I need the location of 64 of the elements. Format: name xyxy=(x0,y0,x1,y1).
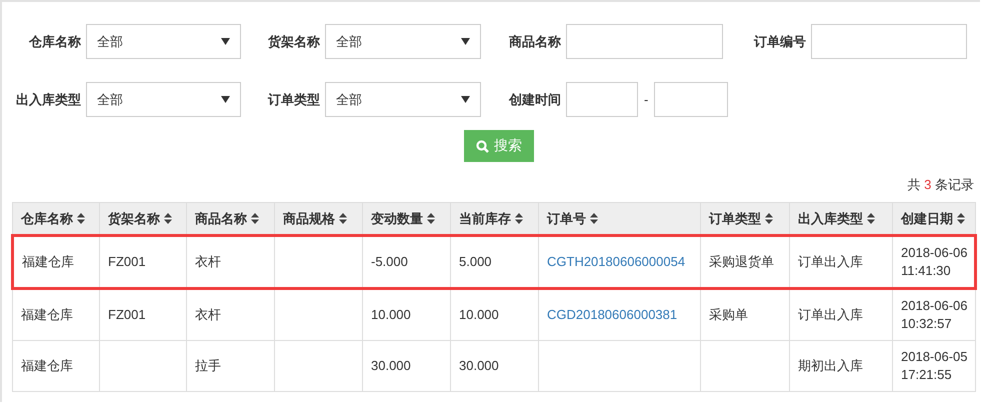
select-field[interactable]: 全部 xyxy=(86,82,241,117)
table-cell: 10.000 xyxy=(459,307,499,322)
filter-label: 仓库名称 xyxy=(28,32,82,50)
column-header[interactable]: 订单号 xyxy=(538,202,700,236)
filter-label: 订单类型 xyxy=(266,90,321,108)
caret-icon xyxy=(221,96,230,103)
table-cell: 10.000 xyxy=(371,307,411,322)
table-cell: 订单出入库 xyxy=(798,307,863,322)
table-cell: FZ001 xyxy=(108,254,146,269)
table-cell: 福建仓库 xyxy=(22,254,74,269)
sort-icon[interactable] xyxy=(77,212,85,224)
date-field[interactable] xyxy=(654,82,728,117)
table-cell: 2018-06-05 17:21:55 xyxy=(901,349,968,382)
column-header[interactable]: 订单类型 xyxy=(700,202,790,236)
sort-icon[interactable] xyxy=(164,212,172,224)
column-header[interactable]: 变动数量 xyxy=(362,202,450,236)
table-cell: 2018-06-06 11:41:30 xyxy=(901,245,968,278)
table-cell: 订单出入库 xyxy=(798,254,863,269)
filter-label: 商品名称 xyxy=(508,32,562,50)
column-header[interactable]: 仓库名称 xyxy=(12,202,100,236)
table-cell: 衣杆 xyxy=(195,307,221,322)
caret-icon xyxy=(461,96,470,103)
select-field[interactable]: 全部 xyxy=(325,82,481,117)
column-header[interactable]: 当前库存 xyxy=(450,202,538,236)
sort-icon[interactable] xyxy=(590,212,598,224)
table-cell: 采购单 xyxy=(709,307,748,322)
filter-label: 货架名称 xyxy=(267,32,321,50)
input-field[interactable] xyxy=(811,24,967,59)
sort-icon[interactable] xyxy=(427,212,435,224)
table-cell: 30.000 xyxy=(459,358,499,373)
sort-icon[interactable] xyxy=(515,212,523,224)
column-header[interactable]: 货架名称 xyxy=(100,202,186,236)
table-cell: -5.000 xyxy=(371,254,408,269)
table-cell: 采购退货单 xyxy=(709,254,774,269)
sort-icon[interactable] xyxy=(251,212,259,224)
record-count: 共 3 条记录 xyxy=(908,176,974,194)
sort-icon[interactable] xyxy=(867,212,875,224)
caret-icon xyxy=(461,38,470,45)
table-cell: 拉手 xyxy=(195,358,221,373)
search-icon xyxy=(476,140,489,152)
table-cell: FZ001 xyxy=(108,307,146,322)
sort-icon[interactable] xyxy=(339,212,347,224)
table-cell: 30.000 xyxy=(371,358,411,373)
filter-label: 出入库类型 xyxy=(15,90,82,108)
input-field[interactable] xyxy=(566,24,723,59)
column-header[interactable]: 出入库类型 xyxy=(790,202,892,236)
filter-label: 订单编号 xyxy=(752,32,807,50)
select-field[interactable]: 全部 xyxy=(86,24,241,59)
caret-icon xyxy=(221,38,230,45)
column-header[interactable]: 商品名称 xyxy=(186,202,274,236)
column-header[interactable]: 创建日期 xyxy=(892,202,976,236)
date-field[interactable] xyxy=(566,82,638,117)
table-cell: 期初出入库 xyxy=(798,358,863,373)
sort-icon[interactable] xyxy=(765,212,773,224)
table-cell: 2018-06-06 10:32:57 xyxy=(901,298,968,331)
sort-icon[interactable] xyxy=(957,212,965,224)
range-separator: - xyxy=(643,92,650,107)
select-field[interactable]: 全部 xyxy=(325,24,481,59)
table-cell: 福建仓库 xyxy=(21,358,73,373)
table-cell: 衣杆 xyxy=(195,254,221,269)
filter-label: 创建时间 xyxy=(508,90,562,108)
column-header[interactable]: 商品规格 xyxy=(274,202,362,236)
table-cell: 5.000 xyxy=(459,254,492,269)
table-cell: 福建仓库 xyxy=(21,307,73,322)
